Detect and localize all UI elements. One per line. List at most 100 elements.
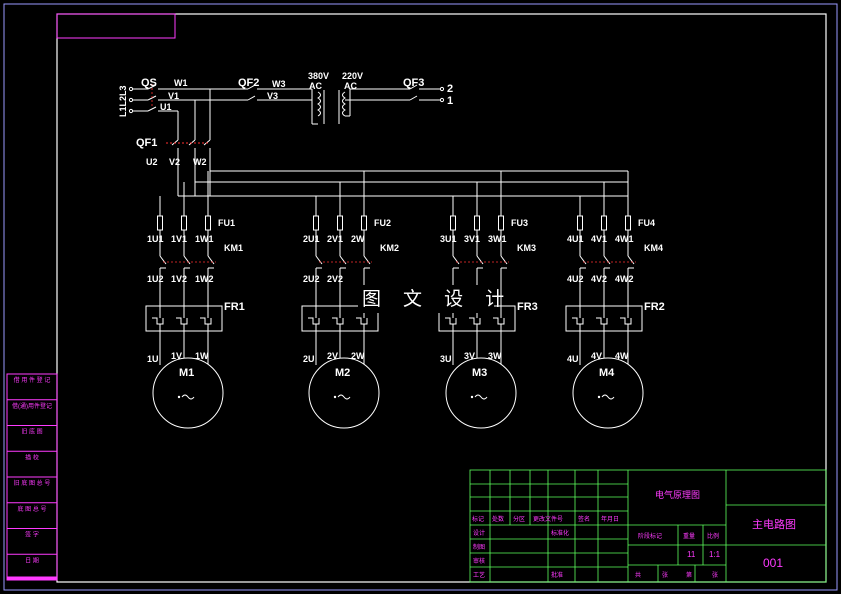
contact bbox=[183, 255, 191, 265]
w1-label: W1 bbox=[174, 78, 188, 88]
contact bbox=[603, 255, 611, 265]
fuse bbox=[361, 215, 367, 231]
w3-label: W3 bbox=[272, 79, 286, 89]
tb-sheet-word: 张 bbox=[662, 571, 668, 579]
heater bbox=[493, 317, 505, 325]
terminal-label-mid: 4W2 bbox=[615, 274, 634, 284]
motor-dot bbox=[177, 395, 181, 399]
fuse bbox=[205, 215, 211, 231]
contact bbox=[476, 255, 484, 265]
terminal-label-top: 4U1 bbox=[567, 234, 584, 244]
terminal-label-bottom: 1W bbox=[195, 351, 209, 361]
u2-label: U2 bbox=[146, 157, 158, 167]
side-row-label: 旧 底 图 总 号 bbox=[14, 479, 51, 487]
v2-label: V2 bbox=[169, 157, 180, 167]
terminal-label-top: 3V1 bbox=[464, 234, 480, 244]
tb-count: 处数 bbox=[492, 515, 504, 523]
heater bbox=[200, 317, 212, 325]
contactor-label: KM4 bbox=[644, 243, 663, 253]
heater bbox=[469, 317, 481, 325]
contact bbox=[579, 255, 587, 265]
terminal-label-mid: 2V2 bbox=[327, 274, 343, 284]
terminal-label-bottom: 4U bbox=[567, 354, 579, 364]
qs-label: QS bbox=[141, 77, 157, 89]
terminal-label-mid: 1V2 bbox=[171, 274, 187, 284]
terminal-label-top: 3U1 bbox=[440, 234, 457, 244]
motor-dot bbox=[597, 395, 601, 399]
tb-zone: 分区 bbox=[513, 515, 525, 523]
tb-page: 第 bbox=[686, 571, 692, 579]
tb-sign: 签名 bbox=[578, 515, 590, 523]
tb-process: 工艺 bbox=[473, 571, 485, 579]
motor-label: M3 bbox=[472, 367, 487, 379]
overload-label: FR3 bbox=[517, 301, 538, 313]
tb-design: 设计 bbox=[473, 529, 485, 537]
contact bbox=[159, 255, 167, 265]
fuse-label: FU3 bbox=[511, 218, 528, 228]
tb-scale-val: 1:1 bbox=[709, 550, 721, 559]
supply-section bbox=[128, 84, 445, 196]
fuse bbox=[625, 215, 631, 231]
contact bbox=[363, 255, 371, 265]
v3-label: V3 bbox=[267, 91, 278, 101]
heater bbox=[176, 317, 188, 325]
heater bbox=[596, 317, 608, 325]
fuse-label: FU1 bbox=[218, 218, 235, 228]
terminal-label-bottom: 2W bbox=[351, 351, 365, 361]
fuse bbox=[450, 215, 456, 231]
qf1-label: QF1 bbox=[136, 137, 157, 149]
terminal-label-bottom: 4V bbox=[591, 351, 602, 361]
heater bbox=[620, 317, 632, 325]
side-row-label: 借(通)用件登记 bbox=[12, 402, 52, 410]
terminal-label-bottom: 3W bbox=[488, 351, 502, 361]
fuse bbox=[181, 215, 187, 231]
branch-4-wiring bbox=[572, 171, 635, 365]
terminal-label-top: 1W1 bbox=[195, 234, 214, 244]
side-row-label: 描 校 bbox=[25, 453, 39, 461]
contact bbox=[207, 255, 215, 265]
motor-label: M1 bbox=[179, 367, 194, 379]
tb-date: 年月日 bbox=[601, 515, 619, 523]
tb-page-word: 张 bbox=[712, 571, 718, 579]
terminal-label-bottom: 3V bbox=[464, 351, 475, 361]
fuse bbox=[313, 215, 319, 231]
v220-label: 220V bbox=[342, 71, 363, 81]
contact bbox=[452, 255, 460, 265]
tb-drawing-name: 主电路图 bbox=[752, 518, 796, 531]
side-row-label: 借 用 件 登 记 bbox=[14, 376, 51, 384]
tb-weight: 重量 bbox=[683, 532, 695, 540]
motor-dot bbox=[333, 395, 337, 399]
motor-dot bbox=[470, 395, 474, 399]
heater bbox=[308, 317, 320, 325]
branch-1-wiring bbox=[152, 171, 215, 365]
terminal-label-mid: 4U2 bbox=[567, 274, 584, 284]
tb-draw: 制图 bbox=[473, 543, 485, 551]
fuse bbox=[577, 215, 583, 231]
fuse bbox=[474, 215, 480, 231]
heater bbox=[332, 317, 344, 325]
out2-label: 2 bbox=[447, 83, 453, 95]
terminal-label-bottom: 1V bbox=[171, 351, 182, 361]
terminal-label-mid: 4V2 bbox=[591, 274, 607, 284]
u1-label: U1 bbox=[160, 102, 172, 112]
tb-check: 审核 bbox=[473, 557, 485, 565]
side-row-label: 签 字 bbox=[25, 531, 39, 539]
terminal-label-top: 4V1 bbox=[591, 234, 607, 244]
fuse bbox=[601, 215, 607, 231]
phases-label: L1L2L3 bbox=[118, 85, 128, 117]
code-box bbox=[56, 13, 176, 39]
terminal-label-top: 1U1 bbox=[147, 234, 164, 244]
terminal-label-bottom: 4W bbox=[615, 351, 629, 361]
tb-stage: 阶段标记 bbox=[638, 532, 662, 540]
ac2-label: AC bbox=[344, 81, 357, 91]
qf3-label: QF3 bbox=[403, 77, 424, 89]
overload-label: FR2 bbox=[644, 301, 665, 313]
v380-label: 380V bbox=[308, 71, 329, 81]
terminal-label-mid: 2U2 bbox=[303, 274, 320, 284]
terminal-label-top: 3W1 bbox=[488, 234, 507, 244]
contactor-label: KM2 bbox=[380, 243, 399, 253]
branch-2-wiring bbox=[308, 171, 371, 365]
contact bbox=[315, 255, 323, 265]
fuse-label: FU4 bbox=[638, 218, 655, 228]
terminal-label-top: 1V1 bbox=[171, 234, 187, 244]
